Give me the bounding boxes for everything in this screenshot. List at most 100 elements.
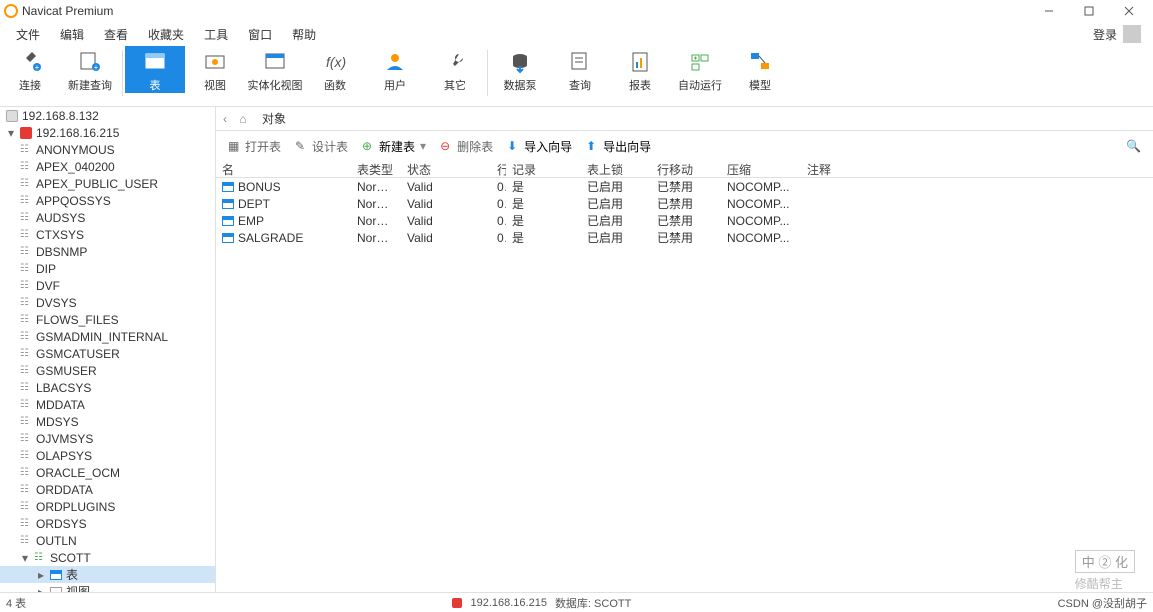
col-lock[interactable]: 表上锁 [581, 161, 651, 178]
schema-item[interactable]: ☷MDSYS [0, 413, 215, 430]
table-icon [222, 199, 234, 209]
tool-model[interactable]: 模型 [730, 46, 790, 93]
export-wizard-button[interactable]: ⬆导出向导 [580, 136, 657, 157]
plug-icon: + [18, 50, 42, 74]
schema-item[interactable]: ☷FLOWS_FILES [0, 311, 215, 328]
tool-other[interactable]: 其它 [425, 46, 485, 93]
expand-icon[interactable]: ▸ [36, 585, 46, 593]
dropdown-icon[interactable]: ▾ [420, 139, 426, 153]
tab-home-button[interactable]: ⌂ [234, 112, 252, 126]
tool-report[interactable]: 报表 [610, 46, 670, 93]
schema-item[interactable]: ☷DBSNMP [0, 243, 215, 260]
schema-item[interactable]: ☷LBACSYS [0, 379, 215, 396]
menu-help[interactable]: 帮助 [282, 24, 326, 45]
schema-item[interactable]: ☷ORDSYS [0, 515, 215, 532]
col-comp[interactable]: 压缩 [721, 161, 801, 178]
tab-prev-button[interactable]: ‹ [216, 112, 234, 126]
schema-item[interactable]: ☷AUDSYS [0, 209, 215, 226]
table-row[interactable]: EMPNormalValid0是已启用已禁用NOCOMP... [216, 212, 1153, 229]
collapse-icon[interactable]: ▾ [20, 551, 30, 565]
content-pane: ‹ ⌂ 对象 ▦打开表 ✎设计表 ⊕新建表▾ ⊖删除表 ⬇导入向导 ⬆导出向导 … [216, 107, 1153, 592]
schema-icon: ☷ [20, 333, 32, 341]
close-button[interactable] [1109, 0, 1149, 22]
schema-item[interactable]: ☷APEX_PUBLIC_USER [0, 175, 215, 192]
col-note[interactable]: 注释 [801, 161, 861, 178]
status-right: CSDN @没刮胡子 [1058, 595, 1147, 611]
schema-item[interactable]: ☷OLAPSYS [0, 447, 215, 464]
schema-item[interactable]: ☷APEX_040200 [0, 158, 215, 175]
design-table-button[interactable]: ✎设计表 [289, 136, 354, 157]
search-button[interactable]: 🔍 [1120, 137, 1147, 155]
object-toolbar: ▦打开表 ✎设计表 ⊕新建表▾ ⊖删除表 ⬇导入向导 ⬆导出向导 🔍 [216, 131, 1153, 161]
schema-item[interactable]: ☷GSMADMIN_INTERNAL [0, 328, 215, 345]
schema-item[interactable]: ☷DVSYS [0, 294, 215, 311]
col-name[interactable]: 名 [216, 161, 351, 178]
schema-scott[interactable]: ▾☷SCOTT [0, 549, 215, 566]
expand-icon[interactable]: ▸ [36, 568, 46, 582]
col-rows[interactable]: 行 [491, 161, 506, 178]
open-table-button[interactable]: ▦打开表 [222, 136, 287, 157]
schema-item[interactable]: ☷ORDDATA [0, 481, 215, 498]
table-row[interactable]: BONUSNormalValid0是已启用已禁用NOCOMP... [216, 178, 1153, 195]
menu-window[interactable]: 窗口 [238, 24, 282, 45]
status-conn: 192.168.16.215 [470, 597, 546, 609]
tool-newquery[interactable]: + 新建查询 [60, 46, 120, 93]
tool-view[interactable]: 视图 [185, 46, 245, 93]
table-row[interactable]: DEPTNormalValid0是已启用已禁用NOCOMP... [216, 195, 1153, 212]
minimize-button[interactable] [1029, 0, 1069, 22]
schema-item[interactable]: ☷ANONYMOUS [0, 141, 215, 158]
content-tabbar: ‹ ⌂ 对象 [216, 107, 1153, 131]
schema-icon: ☷ [20, 520, 32, 528]
tool-connect[interactable]: + 连接 [0, 46, 60, 93]
col-type[interactable]: 表类型 [351, 161, 401, 178]
open-icon: ▦ [228, 139, 242, 153]
tool-matview[interactable]: 实体化视图 [245, 46, 305, 93]
connection-item[interactable]: ▾192.168.16.215 [0, 124, 215, 141]
delete-table-button[interactable]: ⊖删除表 [434, 136, 499, 157]
schema-item[interactable]: ☷CTXSYS [0, 226, 215, 243]
schema-item[interactable]: ☷DVF [0, 277, 215, 294]
schema-item[interactable]: ☷APPQOSSYS [0, 192, 215, 209]
tree-tables[interactable]: ▸表 [0, 566, 215, 583]
schema-item[interactable]: ☷OJVMSYS [0, 430, 215, 447]
schema-item[interactable]: ☷OUTLN [0, 532, 215, 549]
tab-object[interactable]: 对象 [252, 108, 296, 129]
statusbar: 4 表 192.168.16.215 数据库: SCOTT CSDN @没刮胡子 [0, 592, 1153, 612]
titlebar: Navicat Premium [0, 0, 1153, 22]
col-rec[interactable]: 记录 [506, 161, 581, 178]
connection-item[interactable]: 192.168.8.132 [0, 107, 215, 124]
login-area[interactable]: 登录 [1093, 25, 1147, 43]
import-icon: ⬇ [507, 139, 521, 153]
menu-tools[interactable]: 工具 [194, 24, 238, 45]
menu-view[interactable]: 查看 [94, 24, 138, 45]
tool-autorun[interactable]: 自动运行 [670, 46, 730, 93]
import-wizard-button[interactable]: ⬇导入向导 [501, 136, 578, 157]
schema-item[interactable]: ☷MDDATA [0, 396, 215, 413]
maximize-button[interactable] [1069, 0, 1109, 22]
menu-edit[interactable]: 编辑 [50, 24, 94, 45]
new-table-button[interactable]: ⊕新建表▾ [356, 136, 432, 157]
delete-icon: ⊖ [440, 139, 454, 153]
tree-views[interactable]: ▸视图 [0, 583, 215, 592]
col-status[interactable]: 状态 [401, 161, 491, 178]
schema-item[interactable]: ☷ORACLE_OCM [0, 464, 215, 481]
tool-datapump[interactable]: 数据泵 [490, 46, 550, 93]
connection-tree[interactable]: 192.168.8.132 ▾192.168.16.215 ☷ANONYMOUS… [0, 107, 216, 592]
collapse-icon[interactable]: ▾ [6, 126, 16, 140]
schema-icon: ☷ [20, 384, 32, 392]
tool-function[interactable]: f(x) 函数 [305, 46, 365, 93]
svg-text:+: + [35, 63, 40, 72]
schema-item[interactable]: ☷GSMCATUSER [0, 345, 215, 362]
schema-item[interactable]: ☷GSMUSER [0, 362, 215, 379]
col-move[interactable]: 行移动 [651, 161, 721, 178]
tool-query[interactable]: 查询 [550, 46, 610, 93]
tool-table[interactable]: 表 [125, 46, 185, 93]
table-row[interactable]: SALGRADENormalValid0是已启用已禁用NOCOMP... [216, 229, 1153, 246]
schema-item[interactable]: ☷ORDPLUGINS [0, 498, 215, 515]
table-icon [222, 216, 234, 226]
tool-user[interactable]: 用户 [365, 46, 425, 93]
schema-item[interactable]: ☷DIP [0, 260, 215, 277]
db-icon [6, 110, 18, 122]
menu-file[interactable]: 文件 [6, 24, 50, 45]
menu-fav[interactable]: 收藏夹 [138, 24, 194, 45]
